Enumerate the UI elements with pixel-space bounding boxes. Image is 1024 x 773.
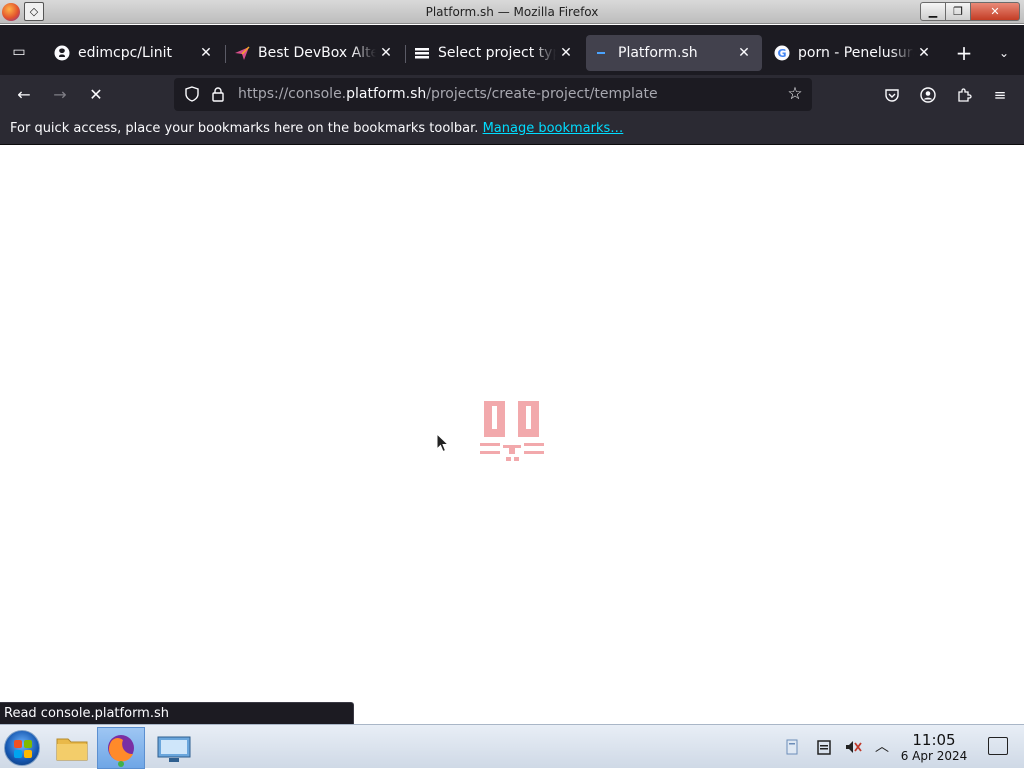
notes-icon[interactable] — [814, 737, 834, 757]
firefox-view-icon[interactable]: ▭ — [8, 41, 30, 63]
system-clock[interactable]: 11:05 6 Apr 2024 — [896, 731, 972, 764]
window-title: Platform.sh — Mozilla Firefox — [425, 5, 599, 19]
url-path: /projects/create-project/template — [426, 86, 658, 102]
windows-logo-icon — [14, 740, 32, 758]
tab-label: porn - Penelusuran — [798, 45, 914, 61]
tab-label: edimcpc/Linit — [78, 45, 172, 61]
taskbar-firefox[interactable] — [97, 727, 145, 769]
tab-label: Platform.sh — [618, 45, 698, 61]
folder-icon — [56, 738, 88, 761]
pocket-icon[interactable] — [880, 83, 904, 107]
url-host: platform.sh — [346, 86, 427, 102]
volume-muted-icon[interactable] — [843, 737, 863, 757]
url-text[interactable]: https://console.platform.sh/projects/cre… — [238, 86, 658, 102]
maximize-button[interactable]: ❐ — [945, 2, 971, 21]
close-tab-icon[interactable]: ✕ — [556, 43, 576, 63]
clipboard-manager-icon[interactable] — [782, 737, 802, 757]
taskbar-system-settings[interactable] — [150, 727, 198, 769]
google-icon: G — [774, 45, 790, 61]
window-title-bar: ◇ Platform.sh — Mozilla Firefox ▁ ❐ ✕ — [0, 0, 1024, 24]
minimize-button[interactable]: ▁ — [920, 2, 946, 21]
page-content — [0, 145, 1024, 722]
back-button[interactable]: ← — [11, 83, 37, 107]
lock-icon[interactable] — [210, 86, 226, 102]
extensions-icon[interactable] — [952, 83, 976, 107]
address-bar[interactable]: https://console.platform.sh/projects/cre… — [174, 78, 812, 111]
account-icon[interactable] — [916, 83, 940, 107]
github-icon — [54, 45, 70, 61]
clock-time: 11:05 — [912, 731, 956, 749]
taskbar: ︿ 11:05 6 Apr 2024 — [0, 724, 1024, 769]
tracking-protection-icon[interactable] — [184, 86, 200, 102]
tab-devbox[interactable]: Best DevBox Alter ✕ — [226, 35, 404, 71]
stop-loading-button[interactable]: ✕ — [83, 83, 109, 107]
svg-text:G: G — [777, 47, 786, 60]
system-tray-expand-icon[interactable]: ︿ — [872, 737, 892, 757]
new-tab-button[interactable]: + — [952, 41, 976, 65]
tab-label: Select project type — [438, 45, 556, 61]
platform-sh-loading-logo — [480, 401, 544, 461]
mouse-pointer-icon — [436, 433, 450, 453]
system-settings-icon — [157, 736, 191, 762]
status-panel: Read console.platform.sh — [0, 702, 354, 724]
list-icon — [414, 45, 430, 61]
tab-github[interactable]: edimcpc/Linit ✕ — [46, 35, 224, 71]
close-tab-icon[interactable]: ✕ — [376, 43, 396, 63]
close-tab-icon[interactable]: ✕ — [734, 43, 754, 63]
manage-bookmarks-link[interactable]: Manage bookmarks… — [483, 121, 624, 136]
tab-platform-sh[interactable]: Platform.sh ✕ — [586, 35, 762, 71]
forward-button[interactable]: → — [47, 83, 73, 107]
bookmark-star-icon[interactable]: ☆ — [786, 85, 804, 103]
tab-label: Best DevBox Alter — [258, 45, 376, 61]
navigation-toolbar: ← → ✕ https://console.platform.sh/projec… — [0, 75, 1024, 115]
bookmarks-toolbar: For quick access, place your bookmarks h… — [0, 115, 1024, 145]
start-menu-button[interactable] — [4, 730, 40, 766]
url-prefix: https://console. — [238, 86, 347, 102]
close-tab-icon[interactable]: ✕ — [914, 43, 934, 63]
clock-date: 6 Apr 2024 — [900, 749, 968, 763]
bookmarks-hint-text: For quick access, place your bookmarks h… — [10, 121, 483, 136]
show-desktop-button[interactable] — [988, 737, 1008, 755]
close-tab-icon[interactable]: ✕ — [196, 43, 216, 63]
tab-select-project-type[interactable]: Select project type ✕ — [406, 35, 584, 71]
chevron-down-icon[interactable]: ⌄ — [992, 41, 1016, 65]
platform-sh-icon — [594, 45, 610, 61]
taskbar-file-manager[interactable] — [48, 727, 96, 769]
menu-icon[interactable]: ≡ — [988, 83, 1012, 107]
close-window-button[interactable]: ✕ — [970, 2, 1020, 21]
tab-strip: ▭ edimcpc/Linit ✕ Best DevBox Alter ✕ Se… — [0, 25, 1024, 75]
firefox-icon — [108, 735, 134, 767]
tab-google-search[interactable]: G porn - Penelusuran ✕ — [766, 35, 942, 71]
paper-plane-icon — [234, 45, 250, 61]
